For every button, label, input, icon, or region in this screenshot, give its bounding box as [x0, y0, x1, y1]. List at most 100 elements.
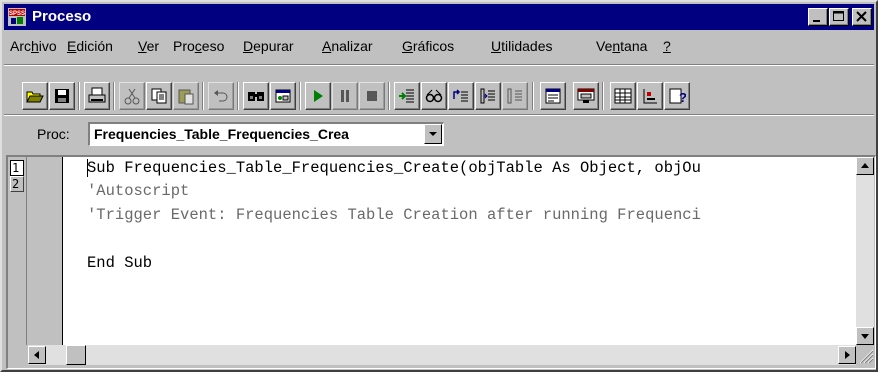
menu-item-accelerator: E: [67, 38, 77, 54]
toggle-breakpoint-icon: [643, 89, 657, 104]
horizontal-scrollbar[interactable]: [28, 345, 856, 365]
table-button[interactable]: [610, 82, 636, 110]
run-button[interactable]: [305, 82, 331, 110]
maximize-button[interactable]: [829, 8, 849, 26]
close-button[interactable]: [852, 8, 872, 26]
scroll-right-button[interactable]: [838, 346, 856, 364]
menu-item-accelerator: D: [243, 38, 254, 54]
toolbar-separator: [113, 82, 115, 110]
object-browser-button[interactable]: [540, 82, 566, 110]
open-button[interactable]: [22, 82, 48, 110]
menu-item[interactable]: Depurar: [243, 38, 294, 54]
minimize-button[interactable]: [808, 8, 828, 26]
call-stack-button[interactable]: [502, 82, 528, 110]
table-icon: [614, 88, 632, 104]
open-icon: [26, 91, 44, 103]
copy-button[interactable]: [146, 82, 172, 110]
dialog-editor-icon: [577, 88, 595, 103]
close-icon: [856, 11, 867, 22]
toolbar-separator-line: [4, 114, 874, 116]
toolbar-separator: [78, 82, 80, 110]
undo-button[interactable]: [208, 82, 234, 110]
code-editor: 1 2 Sub Frequencies_Table_Frequencies_Cr…: [6, 155, 876, 369]
find-button[interactable]: [243, 82, 269, 110]
run-icon: [314, 90, 323, 102]
step-into-button[interactable]: [394, 82, 420, 110]
toolbar-separator: [202, 82, 204, 110]
menu-item[interactable]: Edición: [67, 38, 113, 54]
stop-button[interactable]: [359, 82, 385, 110]
menu-item-label-part: tana: [620, 38, 648, 54]
watch-button[interactable]: [421, 82, 447, 110]
menu-item[interactable]: ?: [663, 38, 671, 54]
toolbar-separator: [388, 82, 390, 110]
menu-item-label-part: nalizar: [331, 38, 373, 54]
horizontal-scroll-thumb[interactable]: [66, 345, 86, 365]
toolbar: ?: [2, 72, 876, 112]
menu-item-label-part: ráficos: [412, 38, 455, 54]
print-button[interactable]: [84, 82, 110, 110]
split-box: [8, 345, 28, 365]
scroll-down-button[interactable]: [856, 327, 874, 345]
line-number[interactable]: 2: [10, 176, 24, 192]
menu-item-accelerator: U: [491, 38, 502, 54]
menu-item-accelerator: ?: [663, 38, 671, 54]
cut-button[interactable]: [119, 82, 145, 110]
line-number[interactable]: 1: [10, 160, 24, 176]
title-bar[interactable]: SPSS Proceso: [4, 4, 874, 30]
menu-item[interactable]: Archivo: [10, 38, 57, 54]
toolbar-separator: [299, 82, 301, 110]
spss-app-icon[interactable]: SPSS: [8, 8, 26, 26]
step-out-button[interactable]: [475, 82, 501, 110]
arrow-down-icon: [861, 334, 869, 339]
paste-button[interactable]: [173, 82, 199, 110]
menu-item-label-part: Ve: [596, 38, 613, 54]
menu-item-accelerator: h: [31, 38, 39, 54]
dialog-button[interactable]: [270, 82, 296, 110]
menu-item-label-part: dición: [76, 38, 113, 54]
step-over-button[interactable]: [448, 82, 474, 110]
save-button[interactable]: [49, 82, 75, 110]
paste-icon: [178, 89, 194, 105]
window-title: Proceso: [32, 8, 92, 25]
menu-item-label-part: er: [146, 38, 160, 54]
menu-item[interactable]: Proceso: [173, 38, 224, 54]
menu-separator: [4, 64, 874, 66]
code-line: Sub Frequencies_Table_Frequencies_Create…: [87, 159, 701, 177]
menu-item-accelerator: G: [402, 38, 413, 54]
menu-item[interactable]: Gráficos: [402, 38, 454, 54]
menu-item[interactable]: Ver: [138, 38, 159, 54]
pause-button[interactable]: [332, 82, 358, 110]
proc-select[interactable]: Frequencies_Table_Frequencies_Crea: [88, 122, 444, 146]
dialog-icon: [275, 89, 291, 103]
menu-item-label-part: tilidades: [501, 38, 553, 54]
maximize-icon: [833, 11, 844, 21]
scroll-left-button[interactable]: [28, 346, 46, 364]
menu-item-accelerator: c: [194, 38, 202, 54]
proc-dropdown-button[interactable]: [424, 124, 442, 144]
svg-text:SPSS: SPSS: [9, 11, 25, 17]
resize-grip[interactable]: [856, 345, 874, 365]
save-icon: [55, 89, 69, 103]
scroll-up-button[interactable]: [856, 157, 874, 175]
dialog-editor-button[interactable]: [573, 82, 599, 110]
toggle-breakpoint-button[interactable]: [637, 82, 663, 110]
vertical-scrollbar[interactable]: [856, 157, 874, 345]
arrow-left-icon: [34, 351, 39, 359]
proc-select-value: Frequencies_Table_Frequencies_Crea: [94, 126, 349, 142]
find-icon: [248, 92, 264, 101]
code-text-area[interactable]: Sub Frequencies_Table_Frequencies_Create…: [62, 157, 857, 345]
object-browser-icon: [545, 88, 561, 104]
chevron-down-icon: [429, 132, 437, 136]
step-over-icon: [453, 89, 468, 102]
menu-item[interactable]: Utilidades: [491, 38, 553, 54]
menu-item-accelerator: n: [612, 38, 621, 54]
toolbar-separator: [602, 82, 604, 110]
call-stack-icon: [507, 88, 522, 104]
help-button[interactable]: ?: [664, 82, 690, 110]
menu-item[interactable]: Ventana: [596, 38, 647, 54]
menu-item-label-part: Pro: [173, 38, 195, 54]
undo-icon: [214, 90, 228, 102]
line-number-gutter: 1 2: [8, 157, 60, 345]
menu-item[interactable]: Analizar: [322, 38, 373, 54]
